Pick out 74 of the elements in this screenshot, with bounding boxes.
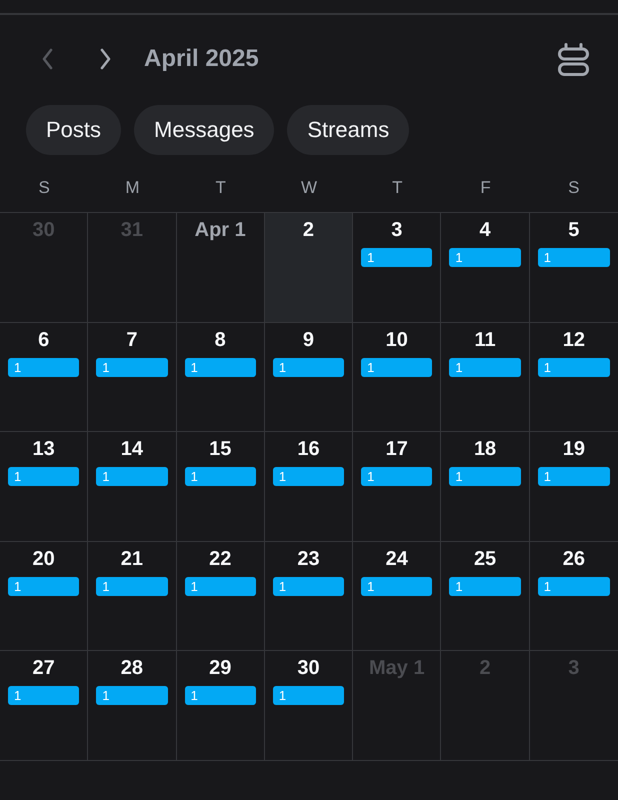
day-number: 28 (120, 657, 144, 680)
day-number: 26 (562, 548, 585, 570)
day-cell[interactable]: 3 1 (353, 213, 442, 323)
day-cell[interactable]: 15 1 (176, 432, 265, 542)
weekday-label: T (392, 178, 402, 198)
stacked-rectangles-icon (558, 42, 588, 76)
day-number: 6 (38, 328, 50, 351)
day-number: 25 (474, 548, 496, 570)
day-cell[interactable]: 12 1 (530, 322, 618, 432)
day-number: 3 (391, 219, 402, 241)
day-number: 16 (297, 438, 320, 460)
day-cell[interactable]: 20 1 (0, 542, 88, 652)
day-number: 7 (126, 328, 138, 351)
day-cell[interactable]: 17 1 (353, 432, 442, 542)
day-cell[interactable]: Apr 1 (176, 213, 265, 323)
weekday-label: S (38, 178, 50, 198)
day-number: 30 (297, 657, 320, 680)
day-cell[interactable]: 9 1 (264, 322, 354, 432)
filter-chip[interactable]: Posts (26, 105, 122, 155)
day-cell[interactable]: 4 1 (441, 213, 530, 323)
chevron-right-icon (98, 48, 112, 70)
day-cell[interactable]: 23 1 (264, 542, 354, 652)
day-cell[interactable]: 14 1 (88, 432, 177, 542)
weekday-label: W (300, 178, 318, 198)
day-number: 4 (480, 219, 491, 241)
day-cell[interactable]: 6 1 (0, 322, 88, 432)
chevron-left-icon (40, 48, 54, 70)
weekday-label: S (568, 178, 580, 198)
day-number: 2 (302, 219, 314, 241)
day-cell[interactable]: 24 1 (353, 542, 442, 652)
day-cell[interactable]: 7 1 (88, 322, 177, 432)
weekday-label: F (480, 178, 491, 198)
day-number: 12 (562, 328, 585, 351)
day-cell[interactable]: 2 (264, 213, 354, 323)
day-number: 8 (214, 328, 226, 351)
day-number: 23 (297, 548, 320, 570)
day-number: 13 (32, 438, 55, 460)
day-cell[interactable]: 16 1 (264, 432, 354, 542)
day-cell[interactable]: 25 1 (441, 542, 530, 652)
weekday-label: T (216, 178, 226, 198)
day-cell[interactable]: 26 1 (530, 542, 618, 652)
day-number: 27 (32, 657, 55, 680)
month-title: April 2025 (144, 45, 259, 73)
day-number: 9 (302, 328, 314, 351)
day-cell[interactable]: 27 1 (0, 651, 88, 761)
day-number: 29 (209, 657, 232, 680)
day-number: 5 (568, 219, 580, 241)
day-cell[interactable]: 5 1 (530, 213, 618, 323)
weekday-label: M (125, 178, 140, 198)
filter-chip[interactable]: Streams (287, 105, 410, 155)
day-cell[interactable]: 29 1 (176, 651, 265, 761)
day-number: 18 (474, 438, 496, 460)
day-cell[interactable]: 22 1 (176, 542, 265, 652)
day-number: 15 (209, 438, 232, 460)
day-cell[interactable]: 11 1 (441, 322, 530, 432)
day-cell[interactable]: 21 1 (88, 542, 177, 652)
day-number: 10 (386, 328, 408, 351)
day-number: 21 (120, 548, 144, 570)
day-number: 24 (386, 548, 408, 570)
day-cell[interactable]: 28 1 (88, 651, 177, 761)
filter-chip[interactable]: Messages (134, 105, 274, 155)
day-number: 19 (562, 438, 585, 460)
day-cell[interactable]: 8 1 (176, 322, 265, 432)
day-cell[interactable]: 18 1 (441, 432, 530, 542)
day-number: 22 (209, 548, 232, 570)
day-number: 14 (120, 438, 144, 460)
day-cell[interactable]: 10 1 (353, 322, 442, 432)
day-number: Apr 1 (194, 219, 246, 241)
day-number: 20 (32, 548, 55, 570)
day-number: 11 (474, 328, 496, 351)
day-cell[interactable]: 30 1 (264, 651, 354, 761)
day-cell[interactable]: 19 1 (530, 432, 618, 542)
day-cell[interactable]: 13 1 (0, 432, 88, 542)
day-number: 17 (386, 438, 408, 460)
